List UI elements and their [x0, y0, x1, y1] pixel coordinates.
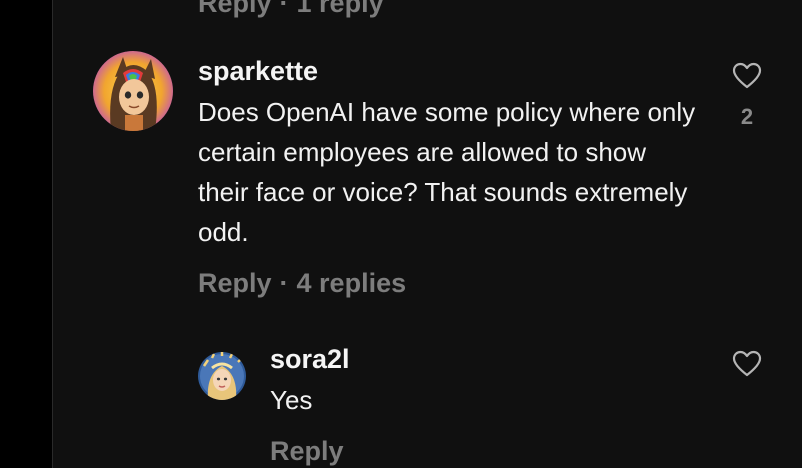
comment-username[interactable]: sparkette [198, 56, 318, 87]
reply-actions: Reply [270, 436, 344, 467]
like-count: 2 [740, 104, 754, 129]
heart-outline-icon[interactable] [732, 350, 762, 378]
left-rail [0, 0, 52, 468]
comment-actions: Reply · 4 replies [198, 268, 406, 299]
sparkette-avatar-image [93, 51, 173, 131]
sora2l-avatar-image [198, 352, 246, 400]
reply-link[interactable]: Reply [198, 268, 272, 298]
avatar[interactable] [93, 51, 173, 131]
reply-link[interactable]: Reply [270, 436, 344, 466]
previous-reply-link[interactable]: Reply [198, 0, 272, 18]
previous-replies-link[interactable]: 1 reply [297, 0, 384, 18]
reply-avatar[interactable] [198, 352, 246, 400]
heart-outline-icon[interactable] [732, 62, 762, 90]
previous-comment-actions: Reply · 1 reply [198, 0, 384, 19]
separator-dot: · [279, 0, 289, 18]
view-replies-link[interactable]: 4 replies [297, 268, 407, 298]
comment-text: Does OpenAI have some policy where only … [198, 97, 696, 247]
reply-text: Yes [270, 385, 313, 415]
comments-panel: Reply · 1 reply sparkette Does OpenAI ha… [53, 0, 802, 468]
reply-username[interactable]: sora2l [270, 344, 350, 375]
separator-dot: · [279, 268, 289, 298]
